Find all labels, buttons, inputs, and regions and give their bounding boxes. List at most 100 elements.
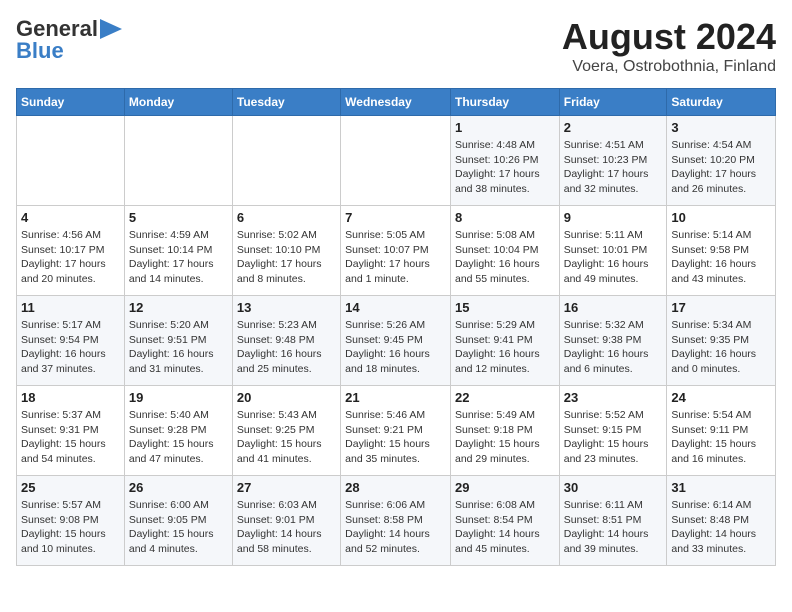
day-number: 23 [564,390,663,405]
day-number: 12 [129,300,228,315]
table-row: 24Sunrise: 5:54 AM Sunset: 9:11 PM Dayli… [667,386,776,476]
header-sunday: Sunday [17,89,125,116]
table-row [341,116,451,206]
day-number: 4 [21,210,120,225]
table-row: 7 Sunrise: 5:05 AM Sunset: 10:07 PM Dayli… [341,206,451,296]
day-number: 18 [21,390,120,405]
calendar-header-row: Sunday Monday Tuesday Wednesday Thursday… [17,89,776,116]
table-row: 12Sunrise: 5:20 AM Sunset: 9:51 PM Dayli… [124,296,232,386]
table-row: 9 Sunrise: 5:11 AM Sunset: 10:01 PM Dayli… [559,206,667,296]
table-row: 11 Sunrise: 5:17 AM Sunset: 9:54 PM Dayli… [17,296,125,386]
header-tuesday: Tuesday [232,89,340,116]
table-row: 2 Sunrise: 4:51 AM Sunset: 10:23 PM Dayli… [559,116,667,206]
table-row: 28Sunrise: 6:06 AM Sunset: 8:58 PM Dayli… [341,476,451,566]
calendar-week-row: 4Sunrise: 4:56 AM Sunset: 10:17 PM Dayli… [17,206,776,296]
day-info: Sunrise: 6:11 AM Sunset: 8:51 PM Dayligh… [564,498,663,557]
day-number: 16 [564,300,663,315]
header-friday: Friday [559,89,667,116]
day-number: 31 [671,480,771,495]
day-info: Sunrise: 5:32 AM Sunset: 9:38 PM Dayligh… [564,318,663,377]
header-saturday: Saturday [667,89,776,116]
table-row: 15Sunrise: 5:29 AM Sunset: 9:41 PM Dayli… [450,296,559,386]
table-row: 6 Sunrise: 5:02 AM Sunset: 10:10 PM Dayli… [232,206,340,296]
table-row: 21 Sunrise: 5:46 AM Sunset: 9:21 PM Dayli… [341,386,451,476]
day-number: 28 [345,480,446,495]
table-row [17,116,125,206]
logo: General Blue [16,16,122,64]
day-number: 19 [129,390,228,405]
day-number: 29 [455,480,555,495]
day-number: 11 [21,300,120,315]
day-number: 15 [455,300,555,315]
table-row: 31 Sunrise: 6:14 AM Sunset: 8:48 PM Dayli… [667,476,776,566]
calendar-week-row: 1 Sunrise: 4:48 AM Sunset: 10:26 PM Dayli… [17,116,776,206]
table-row: 18 Sunrise: 5:37 AM Sunset: 9:31 PM Dayli… [17,386,125,476]
table-row: 20 Sunrise: 5:43 AM Sunset: 9:25 PM Dayli… [232,386,340,476]
day-info: Sunrise: 5:43 AM Sunset: 9:25 PM Dayligh… [237,408,336,467]
day-info: Sunrise: 5:05 AM Sunset: 10:07 PM Daylig… [345,228,446,287]
day-number: 2 [564,120,663,135]
day-number: 1 [455,120,555,135]
table-row: 22 Sunrise: 5:49 AM Sunset: 9:18 PM Dayli… [450,386,559,476]
day-info: Sunrise: 5:52 AM Sunset: 9:15 PM Dayligh… [564,408,663,467]
day-info: Sunrise: 4:59 AM Sunset: 10:14 PM Daylig… [129,228,228,287]
day-number: 10 [671,210,771,225]
day-number: 5 [129,210,228,225]
title-block: August 2024 Voera, Ostrobothnia, Finland [562,16,776,76]
day-info: Sunrise: 6:14 AM Sunset: 8:48 PM Dayligh… [671,498,771,557]
day-info: Sunrise: 5:34 AM Sunset: 9:35 PM Dayligh… [671,318,771,377]
day-info: Sunrise: 6:08 AM Sunset: 8:54 PM Dayligh… [455,498,555,557]
table-row: 4Sunrise: 4:56 AM Sunset: 10:17 PM Dayli… [17,206,125,296]
calendar-week-row: 11 Sunrise: 5:17 AM Sunset: 9:54 PM Dayli… [17,296,776,386]
table-row: 26 Sunrise: 6:00 AM Sunset: 9:05 PM Dayli… [124,476,232,566]
page-header: General Blue August 2024 Voera, Ostrobot… [16,16,776,76]
header-wednesday: Wednesday [341,89,451,116]
day-number: 17 [671,300,771,315]
day-info: Sunrise: 5:02 AM Sunset: 10:10 PM Daylig… [237,228,336,287]
table-row: 19 Sunrise: 5:40 AM Sunset: 9:28 PM Dayli… [124,386,232,476]
day-info: Sunrise: 5:37 AM Sunset: 9:31 PM Dayligh… [21,408,120,467]
day-number: 6 [237,210,336,225]
day-info: Sunrise: 5:46 AM Sunset: 9:21 PM Dayligh… [345,408,446,467]
day-info: Sunrise: 5:08 AM Sunset: 10:04 PM Daylig… [455,228,555,287]
calendar-table: Sunday Monday Tuesday Wednesday Thursday… [16,88,776,566]
logo-icon [100,19,122,39]
header-monday: Monday [124,89,232,116]
day-info: Sunrise: 5:17 AM Sunset: 9:54 PM Dayligh… [21,318,120,377]
day-info: Sunrise: 5:54 AM Sunset: 9:11 PM Dayligh… [671,408,771,467]
header-thursday: Thursday [450,89,559,116]
day-number: 21 [345,390,446,405]
table-row: 13Sunrise: 5:23 AM Sunset: 9:48 PM Dayli… [232,296,340,386]
table-row: 29 Sunrise: 6:08 AM Sunset: 8:54 PM Dayli… [450,476,559,566]
day-number: 30 [564,480,663,495]
table-row: 27Sunrise: 6:03 AM Sunset: 9:01 PM Dayli… [232,476,340,566]
day-info: Sunrise: 5:40 AM Sunset: 9:28 PM Dayligh… [129,408,228,467]
table-row: 25 Sunrise: 5:57 AM Sunset: 9:08 PM Dayli… [17,476,125,566]
table-row: 10Sunrise: 5:14 AM Sunset: 9:58 PM Dayli… [667,206,776,296]
day-info: Sunrise: 4:51 AM Sunset: 10:23 PM Daylig… [564,138,663,197]
table-row [124,116,232,206]
day-number: 20 [237,390,336,405]
day-number: 22 [455,390,555,405]
day-number: 9 [564,210,663,225]
day-info: Sunrise: 4:54 AM Sunset: 10:20 PM Daylig… [671,138,771,197]
table-row: 30 Sunrise: 6:11 AM Sunset: 8:51 PM Dayli… [559,476,667,566]
table-row: 8Sunrise: 5:08 AM Sunset: 10:04 PM Dayli… [450,206,559,296]
day-info: Sunrise: 5:11 AM Sunset: 10:01 PM Daylig… [564,228,663,287]
calendar-subtitle: Voera, Ostrobothnia, Finland [562,58,776,76]
day-info: Sunrise: 5:57 AM Sunset: 9:08 PM Dayligh… [21,498,120,557]
logo-blue: Blue [16,38,64,64]
day-info: Sunrise: 4:48 AM Sunset: 10:26 PM Daylig… [455,138,555,197]
day-number: 25 [21,480,120,495]
day-info: Sunrise: 6:00 AM Sunset: 9:05 PM Dayligh… [129,498,228,557]
table-row: 1 Sunrise: 4:48 AM Sunset: 10:26 PM Dayli… [450,116,559,206]
calendar-week-row: 25 Sunrise: 5:57 AM Sunset: 9:08 PM Dayli… [17,476,776,566]
table-row: 23 Sunrise: 5:52 AM Sunset: 9:15 PM Dayli… [559,386,667,476]
day-number: 14 [345,300,446,315]
day-info: Sunrise: 6:03 AM Sunset: 9:01 PM Dayligh… [237,498,336,557]
table-row: 16 Sunrise: 5:32 AM Sunset: 9:38 PM Dayli… [559,296,667,386]
day-info: Sunrise: 5:49 AM Sunset: 9:18 PM Dayligh… [455,408,555,467]
day-number: 7 [345,210,446,225]
day-info: Sunrise: 5:26 AM Sunset: 9:45 PM Dayligh… [345,318,446,377]
day-number: 26 [129,480,228,495]
